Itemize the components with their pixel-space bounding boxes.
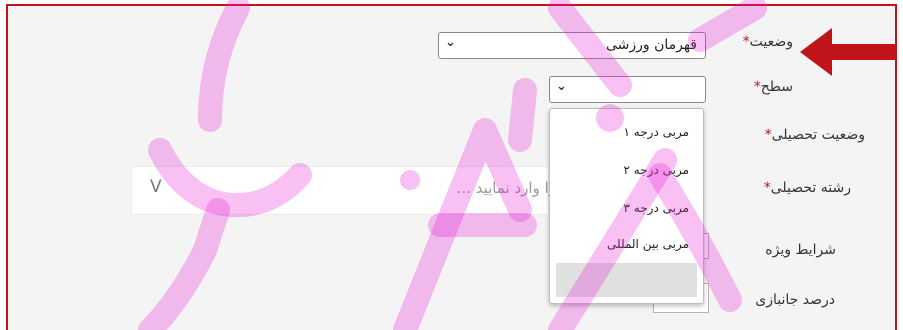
required-mark: *: [742, 34, 750, 50]
dropdown-option-empty[interactable]: [556, 263, 697, 297]
required-mark: *: [763, 180, 771, 196]
level-label: سطح*: [754, 79, 793, 95]
status-label-text: وضعیت: [749, 34, 793, 50]
status-select[interactable]: قهرمان ورزشی ⌄: [438, 32, 706, 59]
education-status-label: وضعیت تحصیلی*: [765, 127, 865, 143]
chevron-down-icon: ⌄: [445, 35, 456, 50]
required-mark: *: [753, 79, 761, 95]
level-select[interactable]: ⌄: [549, 76, 706, 103]
education-field-label-text: رشته تحصیلی: [770, 180, 851, 196]
education-field-input[interactable]: را وارد نمایید ... V: [131, 166, 556, 215]
dropdown-option[interactable]: مربی درجه ۳: [624, 201, 689, 215]
education-field-placeholder: را وارد نمایید ...: [456, 179, 556, 197]
status-label: وضعیت*: [743, 34, 793, 50]
level-label-text: سطح: [760, 79, 793, 95]
required-mark: *: [764, 127, 772, 143]
chevron-down-icon: ⌄: [556, 79, 567, 94]
dropdown-option[interactable]: مربی بین المللی: [607, 237, 689, 251]
education-status-label-text: وضعیت تحصیلی: [771, 127, 865, 143]
special-conditions-label: شرایط ویژه: [765, 242, 836, 258]
dropdown-option[interactable]: مربی درجه ۲: [624, 163, 689, 177]
level-dropdown-list: مربی درجه ۱ مربی درجه ۲ مربی درجه ۳ مربی…: [549, 108, 704, 304]
education-field-label: رشته تحصیلی*: [764, 180, 851, 196]
arrow-left-icon: [800, 28, 896, 76]
dropdown-option[interactable]: مربی درجه ۱: [624, 125, 689, 139]
status-select-value: قهرمان ورزشی: [605, 37, 697, 53]
veteran-percent-label: درصد جانبازی: [755, 292, 835, 308]
chevron-down-icon: V: [150, 177, 162, 197]
